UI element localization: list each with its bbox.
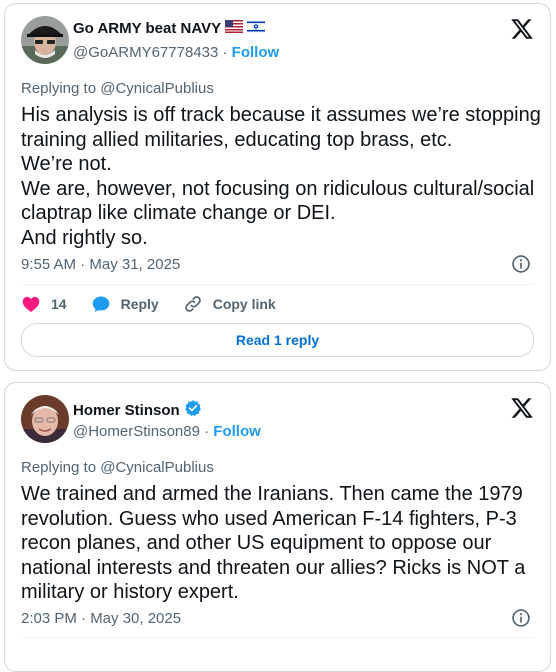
info-icon[interactable] [511,608,531,628]
tweet-card[interactable]: Go ARMY beat NAVY @GoARMY67778433 · Foll… [4,3,551,371]
handle[interactable]: @HomerStinson89 [73,423,200,440]
handle-row: @GoARMY67778433 · Follow [73,44,279,61]
avatar-image [21,16,69,64]
tweet-text-line: recon planes, and other US equipment to … [21,532,492,554]
tweet-text-line: national interests and threaten our alli… [21,556,526,579]
tweet-text-line: His analysis is off track because it ass… [21,104,541,126]
like-button[interactable]: 14 [21,294,67,314]
action-bar: 14 Reply Copy link [21,294,300,314]
tweet-text: His analysis is off track because it ass… [21,103,541,250]
tweet-text-line: claptrap like climate change or DEI. [21,202,336,224]
reply-bubble-icon [92,296,109,312]
separator: · [199,423,214,440]
timestamp[interactable]: 9:55 AM · May 31, 2025 [21,256,180,273]
display-name[interactable]: Go ARMY beat NAVY [73,20,221,37]
replying-to-prefix: Replying to [21,80,101,97]
handle-row: @HomerStinson89 · Follow [73,423,261,440]
tweet-text-line: training allied militaries, educating to… [21,128,453,151]
follow-button[interactable]: Follow [213,423,261,440]
tweet-text-line: We’re not. [21,153,112,175]
timestamp[interactable]: 2:03 PM · May 30, 2025 [21,610,181,627]
replying-to: Replying to @CynicalPublius [21,80,214,97]
x-logo-icon[interactable] [510,17,534,41]
verified-badge-icon [184,399,202,421]
israel-flag-icon [246,19,266,37]
reply-label: Reply [120,296,159,312]
display-name-row[interactable]: Homer Stinson [73,399,202,421]
replying-to-handle[interactable]: @CynicalPublius [100,459,214,476]
tweet-text: We trained and armed the Iranians. Then … [21,482,536,605]
avatar-image [21,395,69,443]
copy-link-label: Copy link [212,296,276,312]
read-replies-button[interactable]: Read 1 reply [21,323,534,357]
avatar[interactable] [21,395,69,443]
like-count: 14 [51,296,67,312]
reply-button[interactable]: Reply [91,294,159,314]
x-logo-icon[interactable] [510,396,534,420]
divider [21,637,534,638]
replying-to: Replying to @CynicalPublius [21,459,214,476]
info-icon[interactable] [511,254,531,274]
copy-link-button[interactable]: Copy link [183,294,276,314]
follow-button[interactable]: Follow [232,44,280,61]
replying-to-prefix: Replying to [21,459,101,476]
tweet-text-line: revolution. Guess who used American F-14… [21,507,517,530]
separator: · [218,44,232,61]
replying-to-handle[interactable]: @CynicalPublius [100,80,214,97]
divider [21,284,534,285]
tweet-text-line: And rightly so. [21,226,148,249]
tweet-text-line: We trained and armed the Iranians. Then … [21,483,523,505]
avatar[interactable] [21,16,69,64]
link-icon [184,296,201,312]
display-name[interactable]: Homer Stinson [73,402,180,419]
handle[interactable]: @GoARMY67778433 [73,44,218,61]
us-flag-icon [224,19,244,37]
tweet-text-line: military or history expert. [21,581,239,603]
heart-icon [22,296,40,312]
tweet-text-line: We are, however, not focusing on ridicul… [21,177,535,200]
display-name-row[interactable]: Go ARMY beat NAVY [73,19,266,37]
tweet-card[interactable]: Homer Stinson @HomerStinson89 · Follow R… [4,382,551,672]
